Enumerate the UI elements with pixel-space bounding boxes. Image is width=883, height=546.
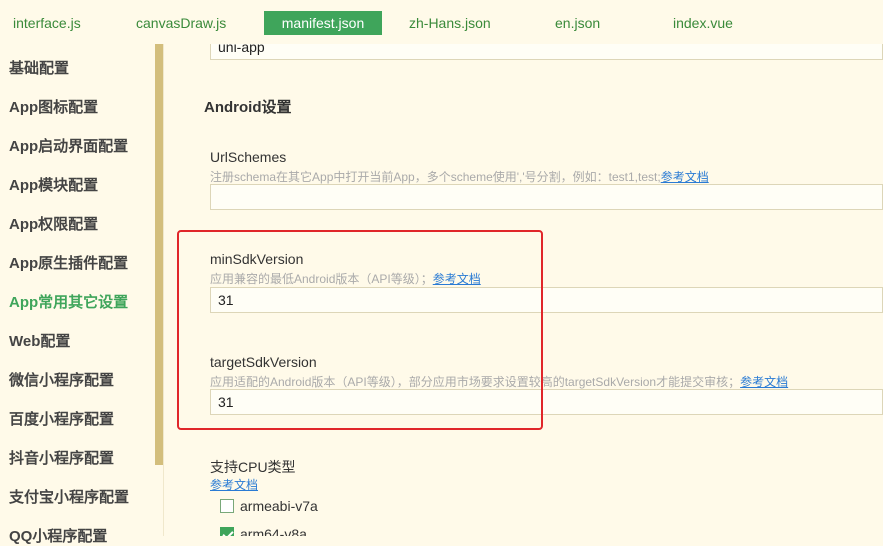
settings-sidebar: 基础配置 App图标配置 App启动界面配置 App模块配置 App权限配置 A…: [0, 44, 164, 545]
cpu-type-label: 支持CPU类型: [210, 459, 296, 475]
top-partial-input[interactable]: uni-app: [210, 44, 883, 60]
url-schemes-hint: 注册schema在其它App中打开当前App，多个scheme使用','号分割，…: [210, 168, 709, 185]
target-sdk-label: targetSdkVersion: [210, 354, 317, 370]
url-schemes-hint-text: 注册schema在其它App中打开当前App，多个scheme使用','号分割，…: [210, 170, 661, 184]
min-sdk-input[interactable]: 31: [210, 287, 883, 313]
sidebar-item-baidu-mp[interactable]: 百度小程序配置: [9, 408, 114, 429]
arm64-v8a-checkbox[interactable]: [220, 527, 234, 536]
armeabi-v7a-checkbox[interactable]: [220, 499, 234, 513]
sidebar-item-web[interactable]: Web配置: [9, 330, 70, 351]
cpu-type-doc-link[interactable]: 参考文档: [210, 478, 258, 492]
sidebar-item-app-modules[interactable]: App模块配置: [9, 174, 98, 195]
tab-canvasdraw-js[interactable]: canvasDraw.js: [136, 11, 226, 35]
min-sdk-doc-link[interactable]: 参考文档: [433, 272, 481, 286]
target-sdk-doc-link[interactable]: 参考文档: [740, 375, 788, 389]
min-sdk-hint: 应用兼容的最低Android版本（API等级）；参考文档: [210, 270, 481, 287]
sidebar-item-alipay-mp[interactable]: 支付宝小程序配置: [9, 486, 129, 507]
tab-manifest-json[interactable]: manifest.json: [264, 11, 382, 35]
sidebar-item-app-icon[interactable]: App图标配置: [9, 96, 98, 117]
sidebar-item-basic[interactable]: 基础配置: [9, 57, 69, 78]
sidebar-item-app-native-plugins[interactable]: App原生插件配置: [9, 252, 128, 273]
sidebar-item-app-permissions[interactable]: App权限配置: [9, 213, 98, 234]
sidebar-scrollbar[interactable]: [155, 44, 163, 465]
tab-interface-js[interactable]: interface.js: [13, 11, 81, 35]
cpu-type-hint: 参考文档: [210, 476, 258, 493]
sidebar-item-app-splash[interactable]: App启动界面配置: [9, 135, 128, 156]
settings-main-panel: uni-app Android设置 UrlSchemes 注册schema在其它…: [164, 44, 883, 536]
target-sdk-hint-text: 应用适配的Android版本（API等级），部分应用市场要求设置较高的targe…: [210, 375, 741, 389]
url-schemes-label: UrlSchemes: [210, 149, 287, 165]
sidebar-item-app-other-settings[interactable]: App常用其它设置: [9, 291, 128, 312]
target-sdk-input[interactable]: 31: [210, 389, 883, 415]
min-sdk-hint-text: 应用兼容的最低Android版本（API等级）；: [210, 272, 433, 286]
url-schemes-input[interactable]: [210, 184, 883, 210]
sidebar-item-wechat-mp[interactable]: 微信小程序配置: [9, 369, 114, 390]
section-title-android: Android设置: [204, 99, 292, 116]
tab-index-vue[interactable]: index.vue: [673, 11, 733, 35]
url-schemes-doc-link[interactable]: 参考文档: [661, 170, 709, 184]
sidebar-item-douyin-mp[interactable]: 抖音小程序配置: [9, 447, 114, 468]
target-sdk-hint: 应用适配的Android版本（API等级），部分应用市场要求设置较高的targe…: [210, 373, 788, 390]
editor-tab-bar: interface.js canvasDraw.js manifest.json…: [0, 0, 883, 44]
arm64-v8a-label: arm64-v8a: [240, 526, 307, 536]
tab-en-json[interactable]: en.json: [555, 11, 600, 35]
min-sdk-label: minSdkVersion: [210, 251, 304, 267]
tab-zh-hans-json[interactable]: zh-Hans.json: [409, 11, 491, 35]
armeabi-v7a-label: armeabi-v7a: [240, 498, 318, 514]
